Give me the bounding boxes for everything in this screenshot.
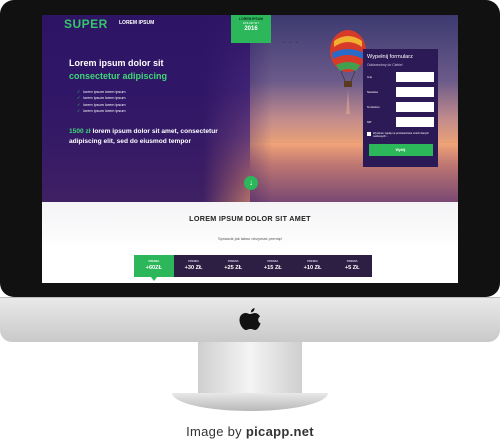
tier-label: PREMIA: [346, 259, 358, 263]
monitor-mockup: ⌄ ⌄ ⌄ SUPER LOREM IPSUM LOREM IPSUM DOLO…: [0, 0, 500, 443]
tier-value: +5 ZŁ: [344, 265, 360, 271]
bonus-section: LOREM IPSUM DOLOR SIT AMET Sprawdź jak ł…: [42, 202, 458, 283]
monitor-stand-neck: [198, 342, 302, 394]
tier-tab[interactable]: PREMIA +60ZŁ: [134, 255, 174, 281]
birds-icon: ⌄ ⌄ ⌄: [282, 39, 300, 44]
check-icon: ✓: [77, 90, 81, 94]
year-badge: LOREM IPSUM DOLOR SIT 2016: [231, 15, 271, 43]
tier-tab[interactable]: PREMIA +5 ZŁ: [332, 255, 373, 277]
nav-link[interactable]: LOREM IPSUM: [119, 20, 154, 26]
tier-value: +15 ZŁ: [263, 265, 282, 271]
form-title: Wypełnij formularz: [367, 54, 413, 60]
hero-section: ⌄ ⌄ ⌄ SUPER LOREM IPSUM LOREM IPSUM DOLO…: [42, 15, 458, 202]
scroll-down-button[interactable]: ↓: [244, 176, 258, 190]
apple-logo-icon: [239, 308, 261, 330]
tier-tab[interactable]: PREMIA +30 ZŁ: [173, 255, 214, 277]
checklist-item: ✓ lorem ipsum lorem ipsum: [77, 96, 126, 101]
tier-label: PREMIA: [267, 259, 279, 263]
signup-form: Wypełnij formularz Oddzwonimy do Ciebie!…: [363, 49, 438, 167]
logo[interactable]: SUPER: [64, 17, 108, 31]
tier-label: PREMIA: [307, 259, 318, 263]
tier-value: +30 ZŁ: [184, 265, 203, 271]
tier-value: +60ZŁ: [145, 265, 162, 271]
phone-input[interactable]: [396, 102, 434, 112]
check-icon: ✓: [77, 109, 81, 114]
hero-headline-accent: consectetur adipiscing: [69, 71, 168, 81]
tier-label: PREMIA: [188, 259, 199, 263]
section-subtitle: Sprawdź jak łatwo otrzymać premię!: [217, 236, 283, 241]
tier-tab[interactable]: PREMIA +10 ZŁ: [292, 255, 333, 277]
submit-button[interactable]: Wyślij: [368, 143, 433, 156]
tier-tab[interactable]: PREMIA +15 ZŁ: [253, 255, 293, 277]
form-row: NIP: [367, 117, 434, 127]
tier-value: +10 ZŁ: [303, 265, 322, 271]
bonus-tiers: PREMIA +60ZŁ PREMIA +30 ZŁ PREMIA +25 ZŁ…: [134, 255, 373, 281]
monitor-bezel: ⌄ ⌄ ⌄ SUPER LOREM IPSUM LOREM IPSUM DOLO…: [0, 0, 500, 297]
image-credit: Image by picapp.net: [0, 424, 500, 439]
consent-row: Wyrażam zgodę na przetwarzanie moich dan…: [367, 132, 434, 139]
credit-site[interactable]: picapp.net: [246, 424, 314, 439]
hero-offer: 1500 zł lorem ipsum dolor sit amet, cons…: [69, 127, 219, 146]
form-subtitle: Oddzwonimy do Ciebie!: [367, 63, 403, 67]
phone-label: Nr telefonu: [367, 105, 380, 109]
nip-input[interactable]: [396, 117, 434, 127]
last-name-input[interactable]: [396, 87, 434, 97]
section-title: LOREM IPSUM DOLOR SIT AMET: [189, 214, 311, 223]
offer-text: lorem ipsum dolor sit amet, consectetur …: [69, 128, 218, 145]
form-row: Nr telefonu: [367, 102, 434, 112]
last-name-label: Nazwisko: [367, 90, 379, 94]
first-name-label: Imię: [367, 75, 372, 79]
hero-headline: Lorem ipsum dolor sit: [69, 58, 164, 68]
form-row: Imię: [367, 72, 434, 82]
hot-air-balloon-icon: [330, 30, 366, 114]
credit-prefix: Image by: [186, 424, 242, 439]
offer-price: 1500 zł: [69, 128, 91, 135]
tier-tab[interactable]: PREMIA +25 ZŁ: [213, 255, 254, 277]
checklist-item: ✓ lorem ipsum lorem ipsum: [77, 109, 126, 114]
tier-label: PREMIA: [227, 259, 239, 263]
nip-label: NIP: [367, 120, 372, 124]
hero-checklist: ✓ lorem ipsum lorem ipsum ✓ lorem ipsum lo…: [77, 89, 126, 115]
badge-year: 2016: [244, 26, 258, 32]
form-row: Nazwisko: [367, 87, 434, 97]
tier-label: PREMIA: [148, 259, 160, 263]
consent-checkbox[interactable]: [367, 132, 371, 136]
screen: ⌄ ⌄ ⌄ SUPER LOREM IPSUM LOREM IPSUM DOLO…: [42, 15, 458, 283]
consent-text: Wyrażam zgodę na przetwarzanie moich dan…: [373, 132, 429, 139]
monitor-stand-foot: [172, 393, 328, 411]
arrow-down-icon: ↓: [249, 178, 253, 187]
check-icon: ✓: [77, 102, 81, 107]
check-icon: ✓: [77, 96, 81, 101]
tier-value: +25 ZŁ: [224, 265, 243, 271]
first-name-input[interactable]: [396, 72, 434, 82]
